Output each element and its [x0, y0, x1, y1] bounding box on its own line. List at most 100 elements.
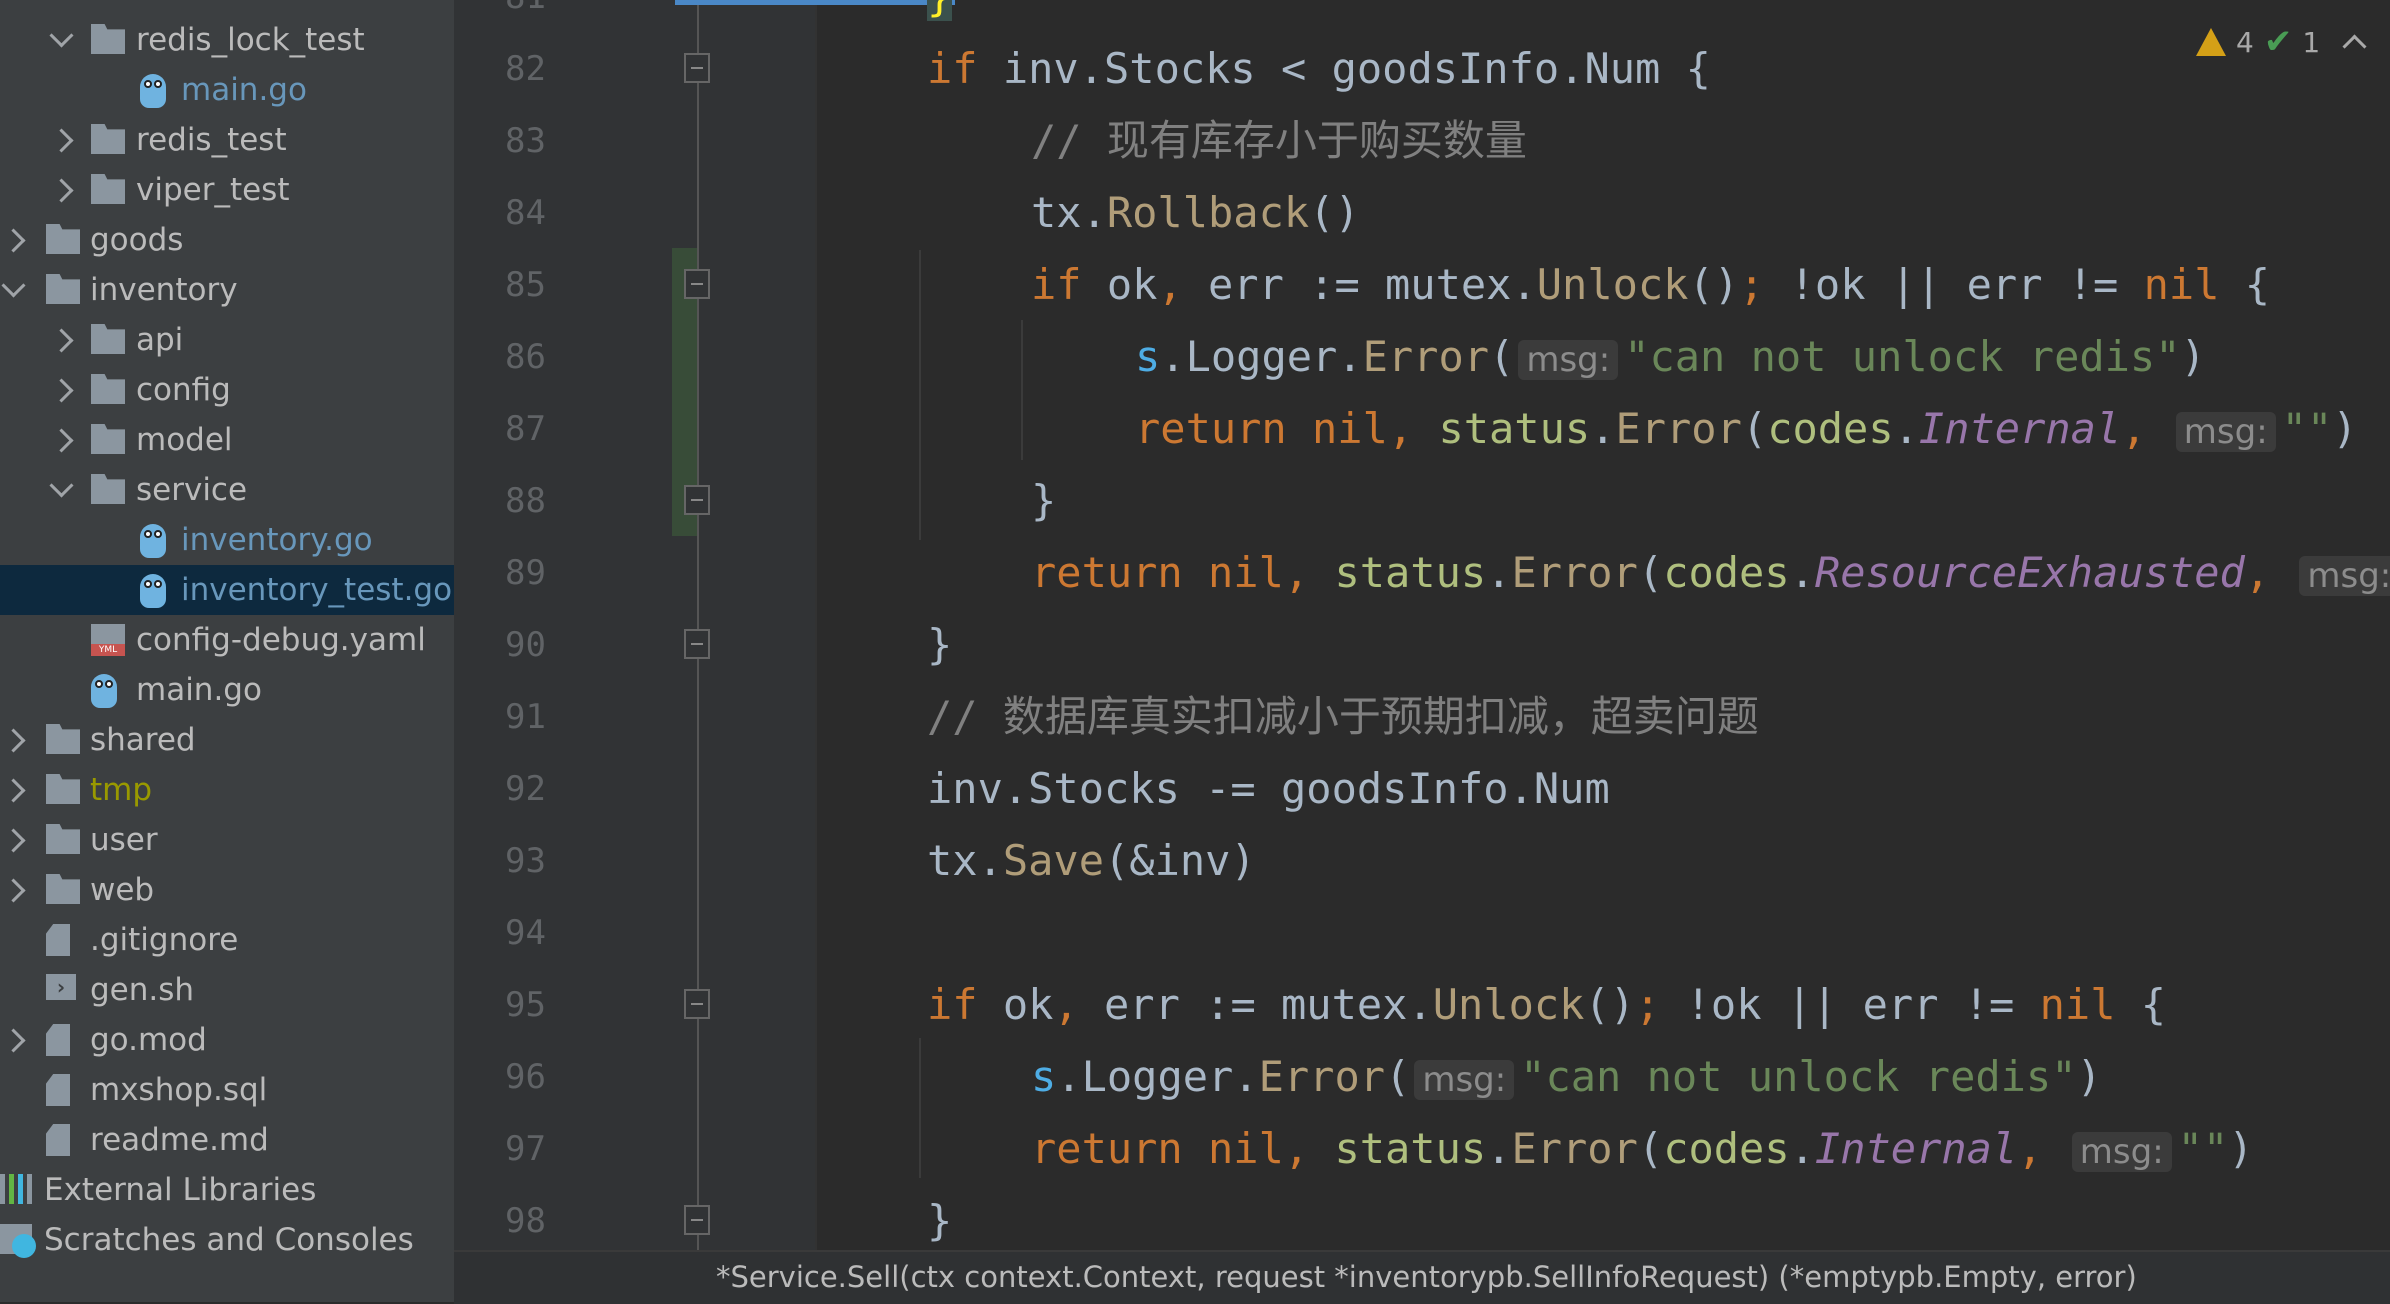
- inspection-widget[interactable]: 4 ✔ 1: [2196, 22, 2367, 62]
- tree-item[interactable]: › gen.sh: [0, 965, 454, 1015]
- tree-item[interactable]: service: [0, 465, 454, 515]
- chevron-down-icon[interactable]: [1, 273, 26, 298]
- chevron-right-icon[interactable]: [1, 728, 26, 753]
- line-number: 94: [505, 913, 546, 953]
- tree-item[interactable]: go.mod: [0, 1015, 454, 1065]
- chevron-right-icon[interactable]: [49, 128, 74, 153]
- parameter-hint: msg:: [2071, 1132, 2172, 1172]
- tree-item[interactable]: main.go: [0, 65, 454, 115]
- code-token: // 现有库存小于购买数量: [1031, 116, 1527, 165]
- code-line[interactable]: }: [927, 465, 1056, 537]
- chevron-right-icon[interactable]: [1, 878, 26, 903]
- tree-item-label: mxshop.sql: [90, 1072, 268, 1108]
- tree-item-label: config: [136, 372, 231, 408]
- code-token: }: [927, 1196, 953, 1245]
- tree-item[interactable]: .gitignore: [0, 915, 454, 965]
- parameter-hint: msg:: [2299, 556, 2390, 596]
- chevron-right-icon[interactable]: [49, 378, 74, 403]
- tree-item[interactable]: goods: [0, 215, 454, 265]
- tree-item[interactable]: tmp: [0, 765, 454, 815]
- code-line[interactable]: if inv.Stocks < goodsInfo.Num {: [927, 33, 1711, 105]
- tree-item[interactable]: main.go: [0, 665, 454, 715]
- tree-item[interactable]: api: [0, 315, 454, 365]
- tree-item[interactable]: inventory: [0, 265, 454, 315]
- code-line[interactable]: // 现有库存小于购买数量: [927, 105, 1527, 177]
- code-token: Rollback: [1106, 188, 1310, 237]
- code-token: (: [1637, 1124, 1664, 1173]
- code-token: .: [1486, 1124, 1512, 1173]
- code-token: (): [1309, 188, 1360, 237]
- tree-item[interactable]: viper_test: [0, 165, 454, 215]
- code-token: status: [1334, 548, 1487, 597]
- code-token: }: [927, 0, 953, 21]
- line-number: 82: [505, 49, 546, 89]
- chevron-right-icon[interactable]: [49, 428, 74, 453]
- code-line[interactable]: tx.Save(&inv): [927, 825, 1256, 897]
- tree-item[interactable]: readme.md: [0, 1115, 454, 1165]
- code-line[interactable]: }: [927, 0, 953, 33]
- folder-icon: [91, 174, 125, 204]
- tree-item[interactable]: redis_test: [0, 115, 454, 165]
- code-token: Internal: [1814, 1124, 2018, 1173]
- tree-item-label: model: [136, 422, 233, 458]
- tree-item-label: api: [136, 322, 184, 358]
- chevron-right-icon[interactable]: [1, 828, 26, 853]
- chevron-right-icon[interactable]: [1, 228, 26, 253]
- code-token: ,: [2121, 404, 2172, 453]
- tree-item[interactable]: web: [0, 865, 454, 915]
- code-token: ,: [1157, 260, 1209, 309]
- code-token: if: [927, 980, 1003, 1029]
- tree-item[interactable]: redis_lock_test: [0, 15, 454, 65]
- breadcrumb-bar: *Service.Sell(ctx context.Context, reque…: [454, 1250, 2390, 1304]
- tree-item[interactable]: shared: [0, 715, 454, 765]
- code-line[interactable]: s.Logger.Error(msg: "can not unlock redis…: [927, 1041, 2102, 1113]
- code-line[interactable]: if ok, err := mutex.Unlock(); !ok || err…: [927, 249, 2270, 321]
- code-token: ): [2076, 1052, 2102, 1101]
- tree-item[interactable]: inventory_test.go: [0, 565, 454, 615]
- fold-toggle-icon[interactable]: [684, 629, 710, 659]
- code-token: Error: [1258, 1052, 1386, 1101]
- tree-item[interactable]: YML config-debug.yaml: [0, 615, 454, 665]
- chevron-right-icon[interactable]: [49, 178, 74, 203]
- chevron-right-icon[interactable]: [1, 1028, 26, 1053]
- code-line[interactable]: return nil, status.Error(codes.Internal,…: [927, 393, 2358, 465]
- line-number: 90: [505, 625, 546, 665]
- tree-item[interactable]: config: [0, 365, 454, 415]
- fold-toggle-icon[interactable]: [684, 53, 710, 83]
- code-token: }: [1031, 476, 1057, 525]
- code-token: s: [1031, 1052, 1057, 1101]
- line-number: 93: [505, 841, 546, 881]
- chevron-down-icon[interactable]: [49, 23, 74, 48]
- code-token: ;: [1635, 980, 1686, 1029]
- code-token: if: [1031, 260, 1107, 309]
- code-line[interactable]: inv.Stocks -= goodsInfo.Num: [927, 753, 1610, 825]
- function-signature[interactable]: *Service.Sell(ctx context.Context, reque…: [716, 1260, 2137, 1294]
- tree-item[interactable]: External Libraries: [0, 1165, 454, 1215]
- code-line[interactable]: return nil, status.Error(codes.Internal,…: [927, 1113, 2254, 1185]
- code-line[interactable]: s.Logger.Error(msg: "can not unlock redis…: [927, 321, 2206, 393]
- code-line[interactable]: return nil, status.Error(codes.ResourceE…: [927, 537, 2390, 609]
- code-line[interactable]: // 数据库真实扣减小于预期扣减，超卖问题: [927, 681, 1759, 753]
- fold-toggle-icon[interactable]: [684, 269, 710, 299]
- chevron-up-icon[interactable]: [2342, 33, 2367, 59]
- fold-toggle-icon[interactable]: [684, 1205, 710, 1235]
- code-token: inv.Stocks -= goodsInfo.Num: [927, 764, 1610, 813]
- tree-item[interactable]: mxshop.sql: [0, 1065, 454, 1115]
- tree-item[interactable]: inventory.go: [0, 515, 454, 565]
- tree-item[interactable]: Scratches and Consoles: [0, 1215, 454, 1265]
- tree-item[interactable]: model: [0, 415, 454, 465]
- project-tree[interactable]: redis_lock_test main.go redis_test viper_te…: [0, 0, 454, 1302]
- fold-toggle-icon[interactable]: [684, 485, 710, 515]
- chevron-down-icon[interactable]: [49, 473, 74, 498]
- code-line[interactable]: }: [927, 1185, 952, 1257]
- tree-item[interactable]: user: [0, 815, 454, 865]
- code-line[interactable]: }: [927, 609, 952, 681]
- chevron-right-icon[interactable]: [49, 328, 74, 353]
- code-line[interactable]: if ok, err := mutex.Unlock(); !ok || err…: [927, 969, 2166, 1041]
- code-token: (: [1741, 404, 1768, 453]
- code-line[interactable]: tx.Rollback(): [927, 177, 1360, 249]
- code-token: (: [1637, 548, 1664, 597]
- fold-toggle-icon[interactable]: [684, 989, 710, 1019]
- code-token: status: [1438, 404, 1591, 453]
- chevron-right-icon[interactable]: [1, 778, 26, 803]
